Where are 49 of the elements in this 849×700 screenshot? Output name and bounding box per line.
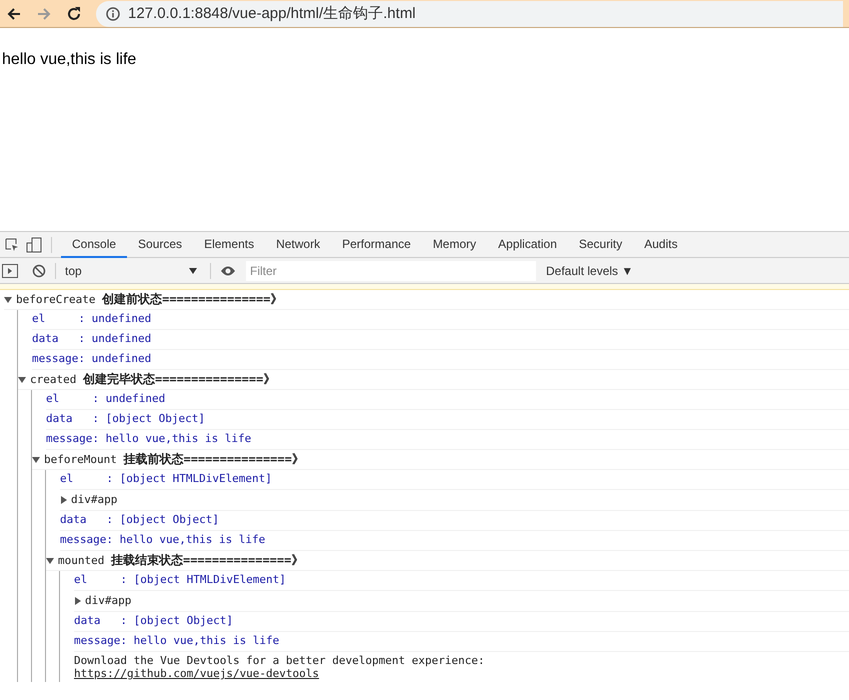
- info-icon[interactable]: [106, 7, 120, 21]
- log-message: data : undefined: [32, 331, 152, 348]
- collapsed-triangle-icon[interactable]: [74, 597, 82, 605]
- context-select[interactable]: top: [65, 260, 201, 280]
- log-message: data : [object Object]: [74, 613, 233, 630]
- log-message: message: hello vue,this is life: [60, 532, 266, 548]
- group-title[interactable]: created 创建完毕状态===============》: [30, 370, 276, 389]
- collapsed-triangle-icon[interactable]: [60, 496, 68, 504]
- eye-icon[interactable]: [220, 264, 236, 276]
- expanded-triangle-icon[interactable]: [4, 296, 12, 304]
- devtools-tab[interactable]: Application: [487, 232, 568, 258]
- devtools-tab[interactable]: Network: [265, 232, 332, 258]
- caret-icon: [189, 268, 197, 274]
- group-title[interactable]: beforeMount 挂载前状态===============》: [44, 450, 304, 469]
- devtools-tab[interactable]: Sources: [127, 232, 194, 258]
- group-title[interactable]: beforeCreate 创建前状态===============》: [16, 290, 282, 309]
- dom-node-label[interactable]: div#app: [71, 492, 118, 508]
- log-message: el : undefined: [32, 311, 152, 328]
- devtools-tab[interactable]: Performance: [331, 232, 422, 258]
- expanded-triangle-icon[interactable]: [18, 376, 26, 384]
- device-toolbar-icon[interactable]: [26, 236, 42, 252]
- log-message: Download the Vue Devtools for a better development experience:: [74, 654, 486, 667]
- log-message: message: hello vue,this is life: [46, 431, 252, 448]
- devtools-tab[interactable]: Memory: [422, 232, 488, 258]
- log-message: message: undefined: [32, 351, 152, 368]
- address-bar[interactable]: 127.0.0.1:8848/vue-app/html/生命钩子.html: [96, 1, 843, 27]
- expanded-triangle-icon[interactable]: [46, 556, 54, 564]
- group-title[interactable]: mounted 挂载结束状态===============》: [58, 551, 304, 570]
- devtools-tab[interactable]: Security: [568, 232, 634, 258]
- log-message: data : [object Object]: [60, 512, 219, 528]
- log-message: message: hello vue,this is life: [74, 633, 280, 650]
- devtools-tab[interactable]: Elements: [193, 232, 266, 258]
- log-message: el : [object HTMLDivElement]: [74, 572, 286, 588]
- log-message: el : [object HTMLDivElement]: [60, 471, 272, 488]
- sidebar-toggle-icon[interactable]: [2, 264, 18, 278]
- filter-field[interactable]: Filter: [246, 260, 536, 280]
- page-text: hello vue,this is life: [2, 50, 138, 70]
- back-icon[interactable]: [6, 6, 22, 22]
- url-text: 127.0.0.1:8848/vue-app/html/生命钩子.html: [128, 4, 416, 24]
- clear-icon[interactable]: [32, 264, 46, 278]
- inspect-icon[interactable]: [4, 236, 20, 252]
- devtools-tab[interactable]: Audits: [633, 232, 689, 258]
- log-message: el : undefined: [46, 391, 166, 408]
- expanded-triangle-icon[interactable]: [32, 456, 40, 464]
- levels-dropdown[interactable]: Default levels ▼: [546, 262, 634, 280]
- dom-node-label[interactable]: div#app: [85, 592, 132, 610]
- log-message: data : [object Object]: [46, 411, 205, 428]
- reload-icon[interactable]: [66, 6, 82, 22]
- devtools-link[interactable]: https://github.com/vuejs/vue-devtools: [74, 667, 320, 680]
